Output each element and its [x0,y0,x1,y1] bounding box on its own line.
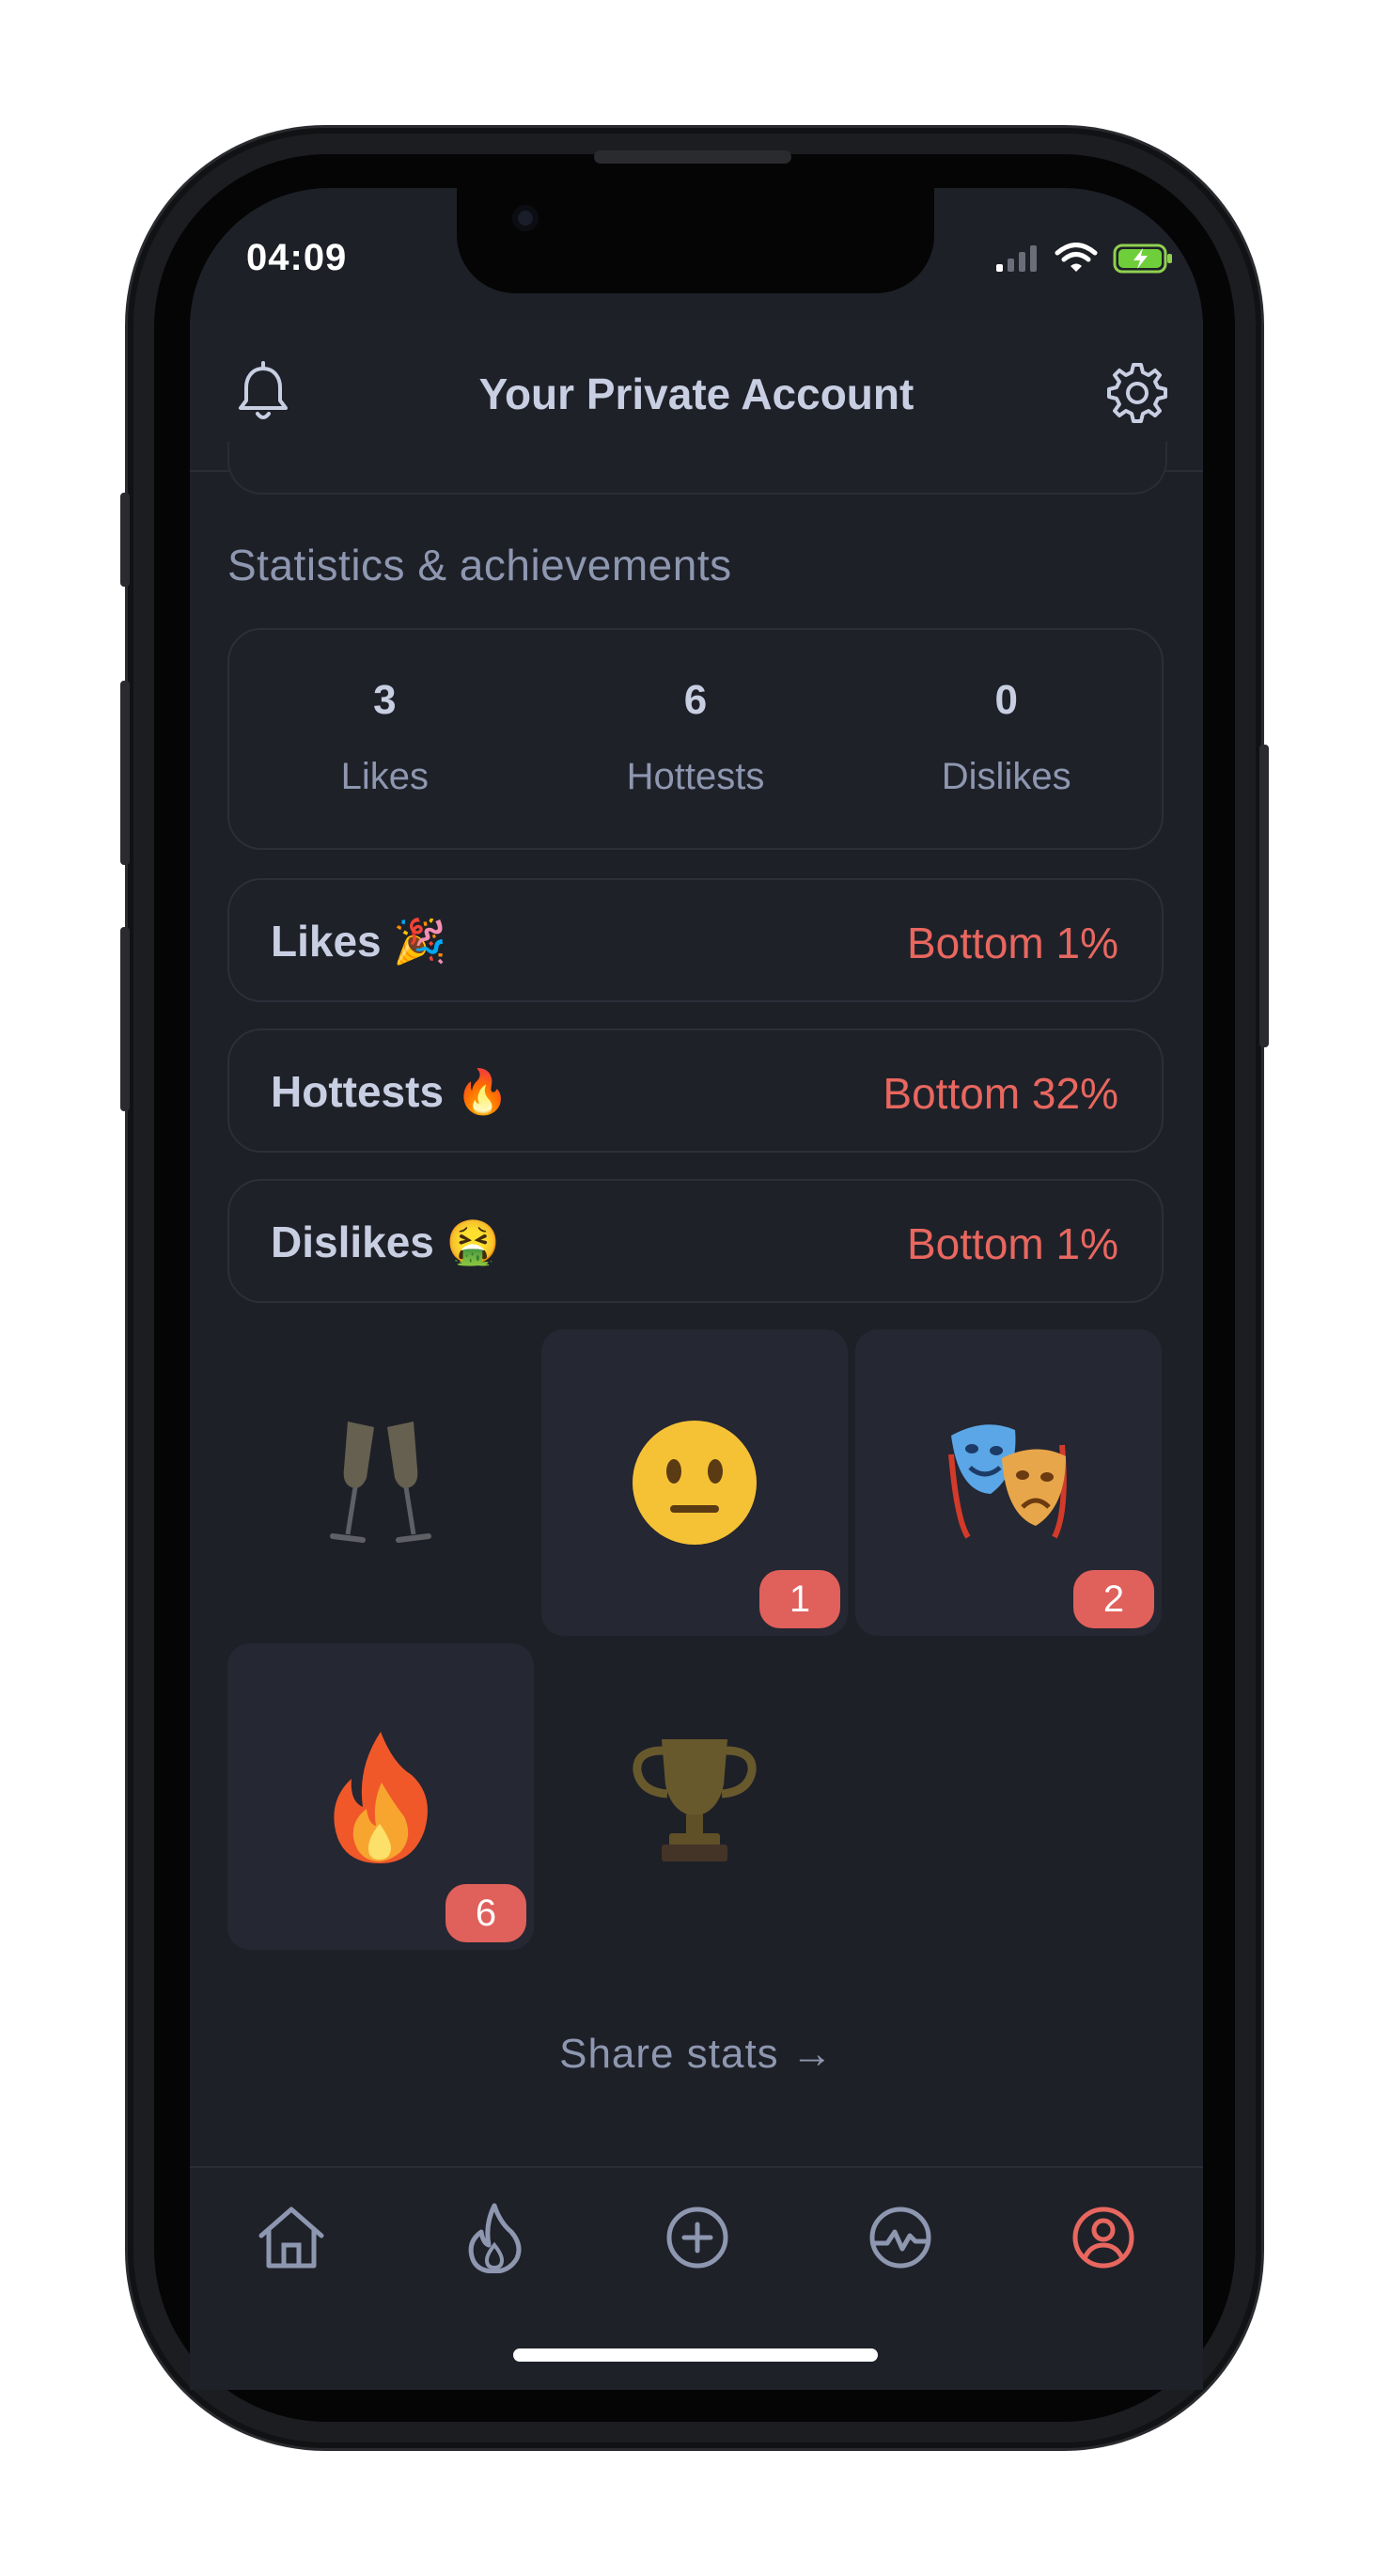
stat-label: Likes [340,756,430,797]
stat-label: Hottests [626,756,765,797]
stat-label: Dislikes [941,756,1071,797]
stat-dislikes: 0 Dislikes [851,630,1162,848]
ranking-row-hottests[interactable]: Hottests 🔥 Bottom 32% [227,1029,1164,1153]
speaker-grille [594,150,791,164]
ranking-value: Bottom 1% [907,1219,1118,1268]
achievement-tile-fire[interactable]: 6 [227,1643,534,1950]
ranking-row-likes[interactable]: Likes 🎉 Bottom 1% [227,878,1164,1002]
achievement-tile-trophy[interactable] [541,1643,848,1950]
mute-switch [120,493,130,587]
volume-up-button [120,681,130,865]
share-stats-link[interactable]: Share stats → [190,2031,1203,2078]
front-camera [512,205,539,231]
achievement-count-badge: 6 [445,1884,526,1942]
achievement-tile-theater-masks[interactable]: 2 [855,1329,1162,1636]
stat-likes: 3 Likes [229,630,540,848]
user-circle-icon [1070,2204,1137,2276]
tab-hot[interactable] [457,2202,532,2277]
ranking-label: Likes 🎉 [271,917,447,966]
ranking-value: Bottom 1% [907,919,1118,967]
volume-down-button [120,927,130,1111]
page-title: Your Private Account [478,369,914,418]
home-icon [256,2204,327,2276]
achievement-count-badge: 2 [1073,1570,1154,1628]
achievement-count-badge: 1 [759,1570,840,1628]
tab-activity[interactable] [863,2202,938,2277]
home-indicator[interactable] [513,2348,878,2362]
stat-hottests: 6 Hottests [540,630,852,848]
stat-value: 6 [683,677,708,723]
ranking-label: Hottests 🔥 [271,1067,510,1116]
notch [457,184,934,293]
achievement-tile-champagne[interactable] [227,1329,534,1636]
wifi-icon [1055,243,1098,279]
status-icons [994,243,1175,279]
activity-icon [867,2204,934,2276]
ranking-value: Bottom 32% [883,1069,1118,1118]
tab-home[interactable] [254,2202,329,2277]
cellular-signal-icon [994,243,1039,278]
battery-charging-icon [1113,243,1175,279]
ranking-row-dislikes[interactable]: Dislikes 🤮 Bottom 1% [227,1179,1164,1303]
trophy-icon [541,1643,848,1950]
flame-icon [464,2202,524,2278]
achievement-tile-neutral-face[interactable]: 1 [541,1329,848,1636]
ranking-label: Dislikes 🤮 [271,1217,500,1266]
tab-profile[interactable] [1066,2202,1141,2277]
stat-value: 0 [994,677,1018,723]
previous-card-edge [227,442,1167,495]
tab-add[interactable] [660,2202,735,2277]
stats-summary-card: 3 Likes 6 Hottests 0 Dislikes [227,628,1164,850]
power-button [1259,745,1269,1047]
plus-circle-icon [664,2204,731,2276]
stat-value: 3 [373,677,397,723]
status-time: 04:09 [246,237,348,278]
section-title: Statistics & achievements [227,541,732,589]
gear-icon[interactable] [1102,359,1169,432]
champagne-icon [227,1329,534,1636]
